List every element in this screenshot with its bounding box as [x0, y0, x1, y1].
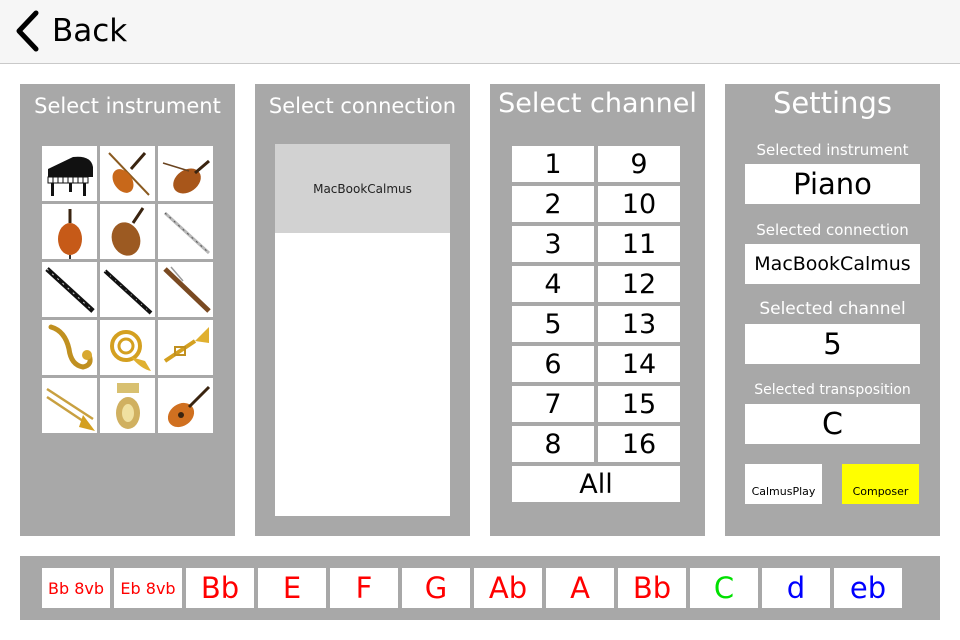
selected-instrument-label: Selected instrument: [756, 141, 909, 159]
instrument-panel-title: Select instrument: [34, 94, 221, 118]
transposition-bar: Bb 8vb Eb 8vb Bb E F G Ab A Bb C d eb: [20, 556, 940, 620]
selected-channel-value: 5: [745, 324, 920, 364]
calmusplay-button[interactable]: CalmusPlay: [745, 464, 822, 504]
connection-panel: Select connection MacBookCalmus: [255, 84, 470, 536]
channel-button-9[interactable]: 9: [598, 146, 680, 182]
channel-button-5[interactable]: 5: [512, 306, 594, 342]
transposition-button-eb-8vb[interactable]: Eb 8vb: [114, 568, 182, 608]
selected-transposition-label: Selected transposition: [754, 382, 911, 398]
channel-button-all[interactable]: All: [512, 466, 680, 502]
selected-connection-value: MacBookCalmus: [745, 244, 920, 284]
navigation-bar: Back: [0, 0, 960, 64]
instrument-grid: [42, 146, 213, 433]
channel-button-2[interactable]: 2: [512, 186, 594, 222]
instrument-piano[interactable]: [42, 146, 97, 201]
settings-title: Settings: [773, 86, 892, 120]
instrument-cello[interactable]: [42, 204, 97, 259]
instrument-guitar[interactable]: [158, 378, 213, 433]
connection-panel-title: Select connection: [268, 94, 457, 118]
transposition-button-ab[interactable]: Ab: [474, 568, 542, 608]
channel-button-14[interactable]: 14: [598, 346, 680, 382]
transposition-button-a[interactable]: A: [546, 568, 614, 608]
transposition-button-eb[interactable]: eb: [834, 568, 902, 608]
channel-panel: Select channel 1 9 2 10 3 11 4 12 5 13 6…: [490, 84, 705, 536]
channel-button-7[interactable]: 7: [512, 386, 594, 422]
transposition-button-f[interactable]: F: [330, 568, 398, 608]
channel-button-10[interactable]: 10: [598, 186, 680, 222]
connection-list: MacBookCalmus: [275, 144, 450, 516]
composer-button[interactable]: Composer: [842, 464, 919, 504]
channel-button-3[interactable]: 3: [512, 226, 594, 262]
channel-button-13[interactable]: 13: [598, 306, 680, 342]
instrument-trombone[interactable]: [42, 378, 97, 433]
selected-connection-label: Selected connection: [756, 221, 909, 239]
channel-button-16[interactable]: 16: [598, 426, 680, 462]
channel-button-4[interactable]: 4: [512, 266, 594, 302]
channel-button-8[interactable]: 8: [512, 426, 594, 462]
instrument-trumpet[interactable]: [158, 320, 213, 375]
channel-panel-title: Select channel: [498, 88, 697, 119]
channel-grid: 1 9 2 10 3 11 4 12 5 13 6 14 7 15 8 16 A…: [512, 146, 680, 502]
transposition-button-bb[interactable]: Bb: [186, 568, 254, 608]
instrument-flute[interactable]: [158, 204, 213, 259]
connection-item[interactable]: MacBookCalmus: [275, 144, 450, 233]
instrument-violin-bow[interactable]: [100, 146, 155, 201]
transposition-button-e[interactable]: E: [258, 568, 326, 608]
back-button[interactable]: Back: [14, 8, 127, 54]
instrument-french-horn[interactable]: [100, 320, 155, 375]
transposition-button-bb-8vb[interactable]: Bb 8vb: [42, 568, 110, 608]
instrument-bassoon[interactable]: [158, 262, 213, 317]
selected-channel-label: Selected channel: [759, 299, 906, 319]
instrument-clarinet[interactable]: [100, 262, 155, 317]
selected-transposition-value: C: [745, 404, 920, 444]
instrument-tuba[interactable]: [100, 378, 155, 433]
channel-button-1[interactable]: 1: [512, 146, 594, 182]
settings-panel: Settings Selected instrument Piano Selec…: [725, 84, 940, 536]
channel-button-11[interactable]: 11: [598, 226, 680, 262]
channel-button-6[interactable]: 6: [512, 346, 594, 382]
instrument-oboe[interactable]: [42, 262, 97, 317]
chevron-left-icon: [16, 10, 39, 52]
transposition-button-c[interactable]: C: [690, 568, 758, 608]
instrument-double-bass[interactable]: [100, 204, 155, 259]
channel-button-12[interactable]: 12: [598, 266, 680, 302]
transposition-button-d[interactable]: d: [762, 568, 830, 608]
instrument-panel: Select instrument: [20, 84, 235, 536]
channel-button-15[interactable]: 15: [598, 386, 680, 422]
transposition-button-g[interactable]: G: [402, 568, 470, 608]
back-label: Back: [52, 13, 128, 49]
instrument-viola[interactable]: [158, 146, 213, 201]
selected-instrument-value: Piano: [745, 164, 920, 204]
instrument-saxophone[interactable]: [42, 320, 97, 375]
transposition-button-bb-high[interactable]: Bb: [618, 568, 686, 608]
